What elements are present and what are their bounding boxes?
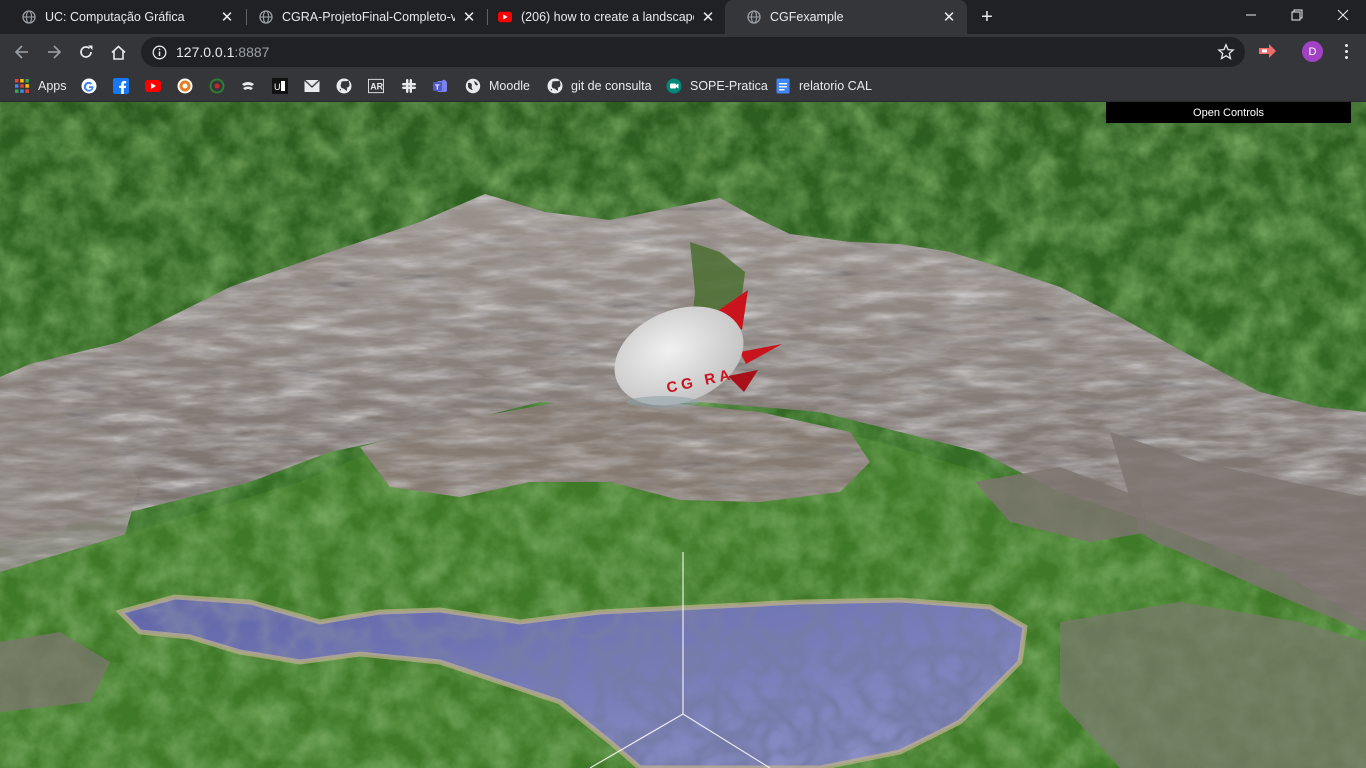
youtube-icon: [498, 10, 512, 24]
bookmark-ar[interactable]: AR: [368, 76, 392, 96]
bookmark-up[interactable]: U: [272, 76, 296, 96]
tab-youtube-landscape[interactable]: (206) how to create a landscape ✕: [476, 0, 726, 34]
svg-text:T: T: [435, 83, 440, 92]
bookmark-youtube[interactable]: [145, 76, 169, 96]
tab-title: CGFexample: [770, 10, 844, 24]
bookmark-slack[interactable]: [401, 76, 425, 96]
reload-icon: [80, 45, 93, 58]
bookmarks-bar: Apps U AR T Moodle git de consulta SOPE-…: [0, 70, 1366, 102]
extension-icon[interactable]: [1256, 40, 1278, 62]
ar-icon: AR: [368, 78, 384, 94]
minimize-icon: [1246, 14, 1256, 16]
meet-icon: [666, 78, 682, 94]
slack-icon: [401, 78, 417, 94]
minimize-button[interactable]: [1228, 0, 1274, 30]
info-icon[interactable]: [151, 44, 167, 60]
teams-icon: T: [432, 78, 448, 94]
back-button[interactable]: [7, 37, 37, 67]
globe-icon: [259, 10, 273, 24]
tab-cgfexample[interactable]: CGFexample ✕: [725, 0, 967, 34]
bookmark-circle-logo[interactable]: [209, 76, 233, 96]
tab-uc-computacao-grafica[interactable]: UC: Computação Gráfica ✕: [0, 0, 245, 34]
close-icon[interactable]: ✕: [219, 9, 235, 26]
reload-button[interactable]: [71, 37, 101, 67]
globe-icon: [22, 10, 36, 24]
star-icon[interactable]: [1217, 43, 1235, 61]
close-icon: [1337, 9, 1349, 21]
bookmark-sope-pratica[interactable]: SOPE-Pratica: [666, 76, 768, 96]
up-logo-icon: U: [272, 78, 288, 94]
bookmark-git-de-consulta[interactable]: git de consulta: [547, 76, 652, 96]
circle-logo-icon: [209, 78, 225, 94]
chrome-web-icon: [177, 78, 193, 94]
bookmark-mail[interactable]: [304, 76, 328, 96]
bookmark-label: git de consulta: [571, 79, 652, 93]
address-bar[interactable]: 127.0.0.1:8887: [141, 37, 1245, 67]
github-icon: [336, 78, 352, 94]
open-controls-button[interactable]: Open Controls: [1106, 102, 1351, 123]
bookmark-github[interactable]: [336, 76, 360, 96]
forward-button[interactable]: [39, 37, 69, 67]
close-window-button[interactable]: [1320, 0, 1366, 30]
close-icon[interactable]: ✕: [461, 9, 477, 26]
close-icon[interactable]: ✕: [700, 9, 716, 26]
bookmark-label: Apps: [38, 79, 67, 93]
bookmark-label: relatorio CAL: [799, 79, 872, 93]
arrow-left-icon: [14, 45, 28, 59]
bookmark-chrome-web[interactable]: [177, 76, 201, 96]
home-button[interactable]: [103, 37, 133, 67]
bookmark-google[interactable]: [81, 76, 105, 96]
tab-title: (206) how to create a landscape: [521, 10, 694, 24]
tab-title: UC: Computação Gráfica: [45, 10, 185, 24]
tab-strip: UC: Computação Gráfica ✕ CGRA-ProjetoFin…: [0, 0, 1366, 34]
url-text: 127.0.0.1:8887: [176, 44, 269, 60]
google-icon: [81, 78, 97, 94]
svg-text:AR: AR: [370, 82, 383, 92]
svg-text:U: U: [274, 82, 281, 92]
more-menu-icon[interactable]: [1338, 40, 1354, 62]
close-icon[interactable]: ✕: [941, 9, 957, 26]
new-tab-button[interactable]: +: [975, 5, 999, 29]
bookmark-relatorio-cal[interactable]: relatorio CAL: [775, 76, 872, 96]
restore-button[interactable]: [1274, 0, 1320, 30]
bookmark-teams[interactable]: T: [432, 76, 456, 96]
github-icon: [547, 78, 563, 94]
tab-cgra-projeto[interactable]: CGRA-ProjetoFinal-Completo-v2. ✕: [237, 0, 487, 34]
bookmark-moodle[interactable]: Moodle: [465, 76, 530, 96]
bookmark-steam[interactable]: [240, 76, 264, 96]
toolbar: 127.0.0.1:8887 D: [0, 34, 1366, 70]
arrow-right-icon: [48, 45, 62, 59]
url-host: 127.0.0.1: [176, 44, 235, 60]
docs-icon: [775, 78, 791, 94]
bookmark-label: Moodle: [489, 79, 530, 93]
youtube-icon: [145, 78, 161, 94]
globe-icon: [747, 10, 761, 24]
steam-icon: [240, 78, 256, 94]
url-port: :8887: [234, 44, 270, 60]
apps-grid-icon: [14, 78, 30, 94]
mail-icon: [304, 78, 320, 94]
webgl-canvas[interactable]: CG RA Open Controls: [0, 102, 1366, 768]
globe-icon: [465, 78, 481, 94]
home-icon: [110, 44, 126, 60]
avatar[interactable]: D: [1302, 41, 1323, 62]
bookmark-facebook[interactable]: [113, 76, 137, 96]
tab-title: CGRA-ProjetoFinal-Completo-v2.: [282, 10, 455, 24]
restore-icon: [1291, 9, 1303, 21]
bookmark-apps[interactable]: Apps: [14, 76, 67, 96]
bookmark-label: SOPE-Pratica: [690, 79, 768, 93]
facebook-icon: [113, 78, 129, 94]
terrain-scene: CG RA: [0, 102, 1366, 768]
